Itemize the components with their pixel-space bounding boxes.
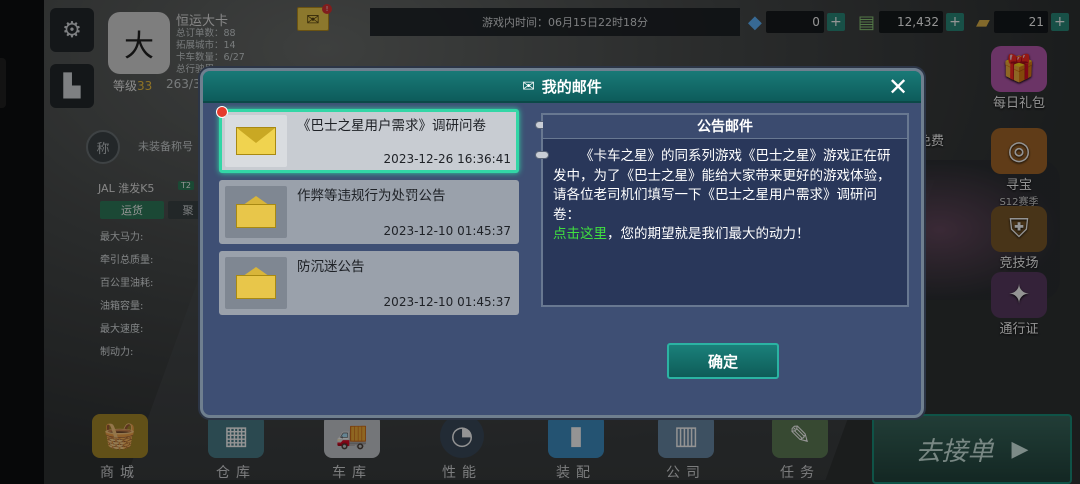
- closed-envelope-icon: [236, 127, 276, 155]
- mail-list: 《巴士之星用户需求》调研问卷 2023-12-26 16:36:41 作弊等违规…: [216, 106, 523, 322]
- mail-subject: 防沉迷公告: [297, 259, 365, 275]
- content-link-line: 点击这里，您的期望就是我们最大的动力！: [553, 225, 897, 245]
- content-text: 《卡车之星》的同系列游戏《巴士之星》游戏正在研发中，为了《巴士之星》能给大家带来…: [553, 148, 891, 223]
- content-title: 公告邮件: [543, 115, 907, 139]
- content-after-link: ，您的期望就是我们最大的动力！: [607, 226, 810, 242]
- mail-icon-box: [225, 115, 287, 167]
- mail-item[interactable]: 作弊等违规行为处罚公告 2023-12-10 01:45:37: [219, 180, 519, 244]
- mail-icon-box: [225, 257, 287, 309]
- dialog-title: 我的邮件: [541, 77, 602, 96]
- mail-content-panel: 公告邮件 《卡车之星》的同系列游戏《巴士之星》游戏正在研发中，为了《巴士之星》能…: [535, 113, 909, 307]
- mail-item[interactable]: 防沉迷公告 2023-12-10 01:45:37: [219, 251, 519, 315]
- mail-subject: 作弊等违规行为处罚公告: [297, 188, 446, 204]
- mail-item-selected[interactable]: 《巴士之星用户需求》调研问卷 2023-12-26 16:36:41: [216, 106, 519, 173]
- mail-icon-box: [225, 186, 287, 238]
- dialog-header: ✉ 我的邮件: [203, 71, 921, 103]
- panel-pin-icon: [535, 151, 549, 159]
- open-envelope-icon: [236, 267, 276, 299]
- mail-date: 2023-12-26 16:36:41: [383, 152, 511, 166]
- envelope-icon: ✉: [522, 77, 535, 95]
- confirm-button[interactable]: 确定: [667, 343, 779, 379]
- mail-subject: 《巴士之星用户需求》调研问卷: [297, 118, 486, 134]
- close-button[interactable]: ✕: [885, 73, 911, 101]
- mail-date: 2023-12-10 01:45:37: [383, 224, 511, 238]
- content-body: 《卡车之星》的同系列游戏《巴士之星》游戏正在研发中，为了《巴士之星》能给大家带来…: [553, 147, 897, 245]
- click-here-link[interactable]: 点击这里: [553, 226, 607, 242]
- mail-dialog: ✉ 我的邮件 ✕ 《巴士之星用户需求》调研问卷 2023-12-26 16:36…: [200, 68, 924, 418]
- open-envelope-icon: [236, 196, 276, 228]
- mail-date: 2023-12-10 01:45:37: [383, 295, 511, 309]
